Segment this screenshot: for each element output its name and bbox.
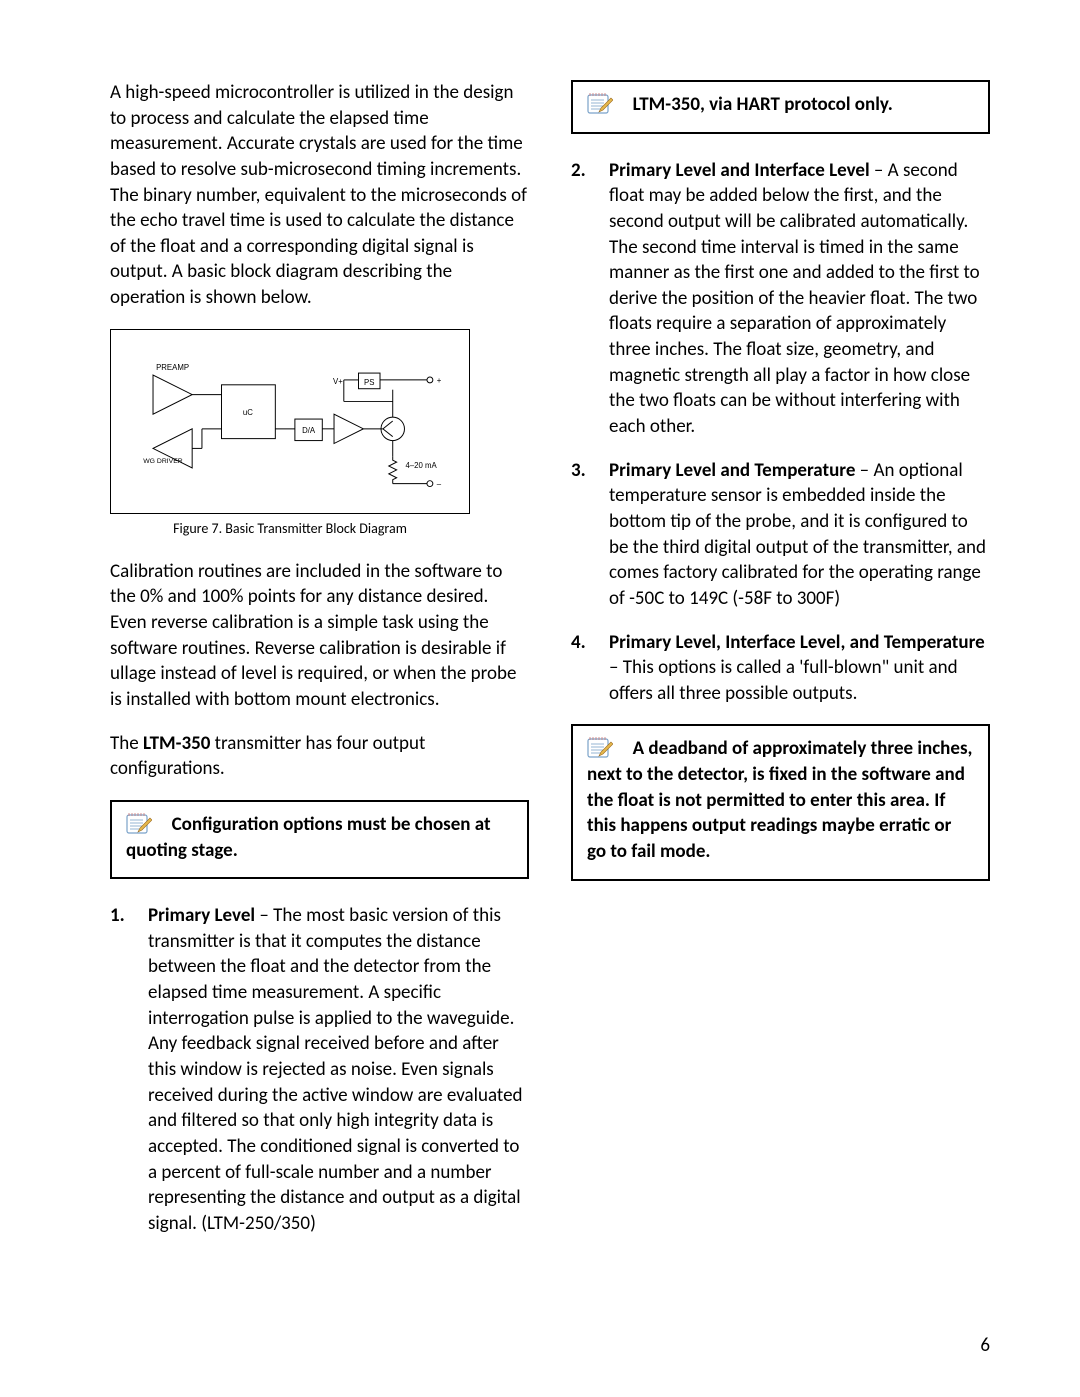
config-list-right: Primary Level and Interface Level – A se… — [571, 158, 990, 707]
configs-intro-model: LTM-350 — [143, 732, 210, 755]
block-diagram-svg: PREAMP uC WG DRIVER D — [112, 331, 468, 512]
config-list-left: Primary Level – The most basic version o… — [110, 903, 529, 1236]
label-preamp: PREAMP — [156, 363, 189, 372]
label-minus: – — [437, 479, 442, 488]
label-uc: uC — [243, 408, 253, 417]
two-column-layout: A high-speed microcontroller is utilized… — [110, 80, 990, 1255]
config-item-2-title: Primary Level and Interface Level — [609, 159, 870, 182]
configs-intro: The LTM-350 transmitter has four output … — [110, 731, 529, 782]
note-icon — [587, 736, 613, 760]
config-item-1-title: Primary Level — [148, 904, 255, 927]
label-wg: WG DRIVER — [143, 458, 183, 465]
config-item-2-body: – A second float may be added below the … — [609, 159, 980, 438]
note-icon — [126, 812, 152, 836]
calibration-paragraph: Calibration routines are included in the… — [110, 559, 529, 713]
configs-intro-pre: The — [110, 732, 143, 755]
note-quoting-stage: Configuration options must be chosen at … — [110, 800, 529, 879]
right-column: LTM-350, via HART protocol only. Primary… — [571, 80, 990, 1255]
note-text: A deadband of approximately three inches… — [587, 737, 972, 863]
note-text: Configuration options must be chosen at … — [126, 813, 491, 862]
config-item-1: Primary Level – The most basic version o… — [110, 903, 529, 1236]
document-page: A high-speed microcontroller is utilized… — [0, 0, 1080, 1397]
config-item-4-title: Primary Level, Interface Level, and Temp… — [609, 631, 985, 654]
config-item-4: Primary Level, Interface Level, and Temp… — [571, 630, 990, 707]
note-icon — [587, 92, 613, 116]
note-deadband: A deadband of approximately three inches… — [571, 724, 990, 880]
figure-block-diagram: PREAMP uC WG DRIVER D — [110, 329, 470, 514]
config-item-4-body: – This options is called a 'full-blown" … — [609, 656, 958, 705]
config-item-3-title: Primary Level and Temperature — [609, 459, 855, 482]
config-item-2: Primary Level and Interface Level – A se… — [571, 158, 990, 440]
label-vplus: V+ — [333, 377, 343, 386]
config-item-3: Primary Level and Temperature – An optio… — [571, 458, 990, 612]
label-plus: + — [437, 376, 442, 385]
label-ps: PS — [364, 378, 374, 387]
label-output: 4–20 mA — [405, 461, 437, 470]
figure-caption: Figure 7. Basic Transmitter Block Diagra… — [110, 520, 470, 537]
note-hart-protocol: LTM-350, via HART protocol only. — [571, 80, 990, 134]
intro-paragraph: A high-speed microcontroller is utilized… — [110, 80, 529, 311]
note-text: LTM-350, via HART protocol only. — [633, 93, 893, 116]
label-da: D/A — [302, 426, 316, 435]
page-number: 6 — [980, 1334, 990, 1357]
config-item-1-body: – The most basic version of this transmi… — [148, 904, 523, 1235]
left-column: A high-speed microcontroller is utilized… — [110, 80, 529, 1255]
